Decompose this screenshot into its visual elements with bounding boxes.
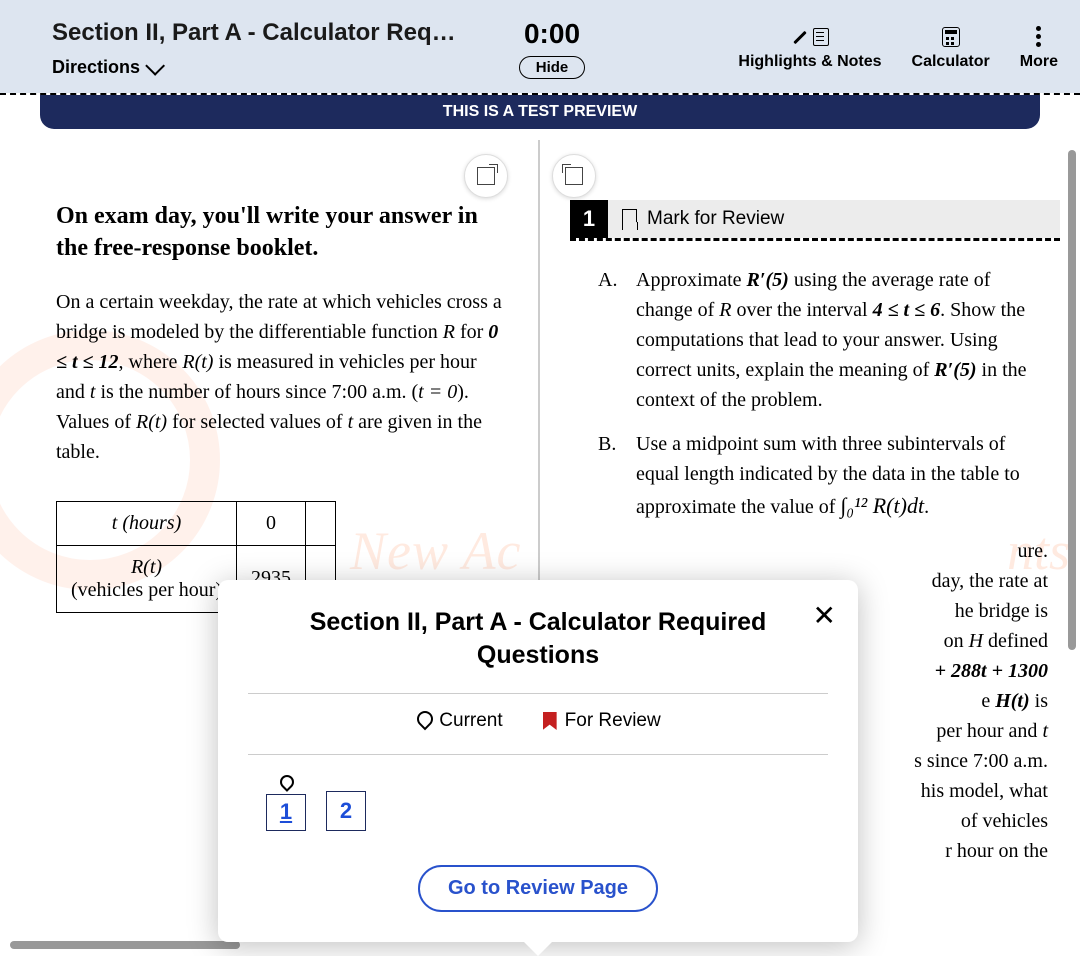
- question-grid: 1 2: [266, 775, 828, 831]
- question-navigator-modal: ✕ Section II, Part A - Calculator Requir…: [218, 580, 858, 942]
- expand-left-button[interactable]: [464, 154, 508, 198]
- divider: [248, 693, 828, 694]
- question-header: 1 Mark for Review: [570, 200, 1060, 241]
- mark-for-review-button[interactable]: Mark for Review: [608, 200, 1060, 238]
- calculator-button[interactable]: Calculator: [912, 27, 990, 71]
- pin-icon: [415, 711, 431, 731]
- question-nav-2[interactable]: 2: [326, 791, 366, 831]
- table-cell: 0: [237, 501, 306, 545]
- directions-label: Directions: [52, 57, 140, 78]
- more-icon: [1036, 26, 1041, 47]
- table-header-t: t (hours): [57, 501, 237, 545]
- bookmark-icon: [622, 209, 637, 229]
- legend-current: Current: [415, 710, 502, 732]
- table-header-R: R(t)(vehicles per hour): [57, 545, 237, 612]
- expand-right-button[interactable]: [552, 154, 596, 198]
- close-button[interactable]: ✕: [813, 602, 836, 630]
- table-cell: [306, 501, 336, 545]
- part-b: B. Use a midpoint sum with three subinte…: [598, 429, 1052, 522]
- header: Section II, Part A - Calculator Req… Dir…: [0, 0, 1080, 93]
- hide-timer-button[interactable]: Hide: [519, 56, 586, 79]
- collapse-icon: [565, 167, 583, 185]
- directions-dropdown[interactable]: Directions: [52, 57, 482, 78]
- part-a: A. Approximate R′(5) using the average r…: [598, 265, 1052, 415]
- pencil-icon: [791, 28, 809, 46]
- modal-title: Section II, Part A - Calculator Required…: [248, 606, 828, 671]
- more-button[interactable]: More: [1020, 27, 1058, 71]
- go-to-review-button[interactable]: Go to Review Page: [418, 865, 658, 912]
- question-nav-1[interactable]: 1: [266, 794, 306, 831]
- highlights-label: Highlights & Notes: [738, 53, 881, 71]
- calculator-label: Calculator: [912, 53, 990, 71]
- mark-label: Mark for Review: [647, 208, 784, 230]
- instructions-heading: On exam day, you'll write your answer in…: [56, 200, 502, 265]
- expand-icon: [477, 167, 495, 185]
- instructions-body: On a certain weekday, the rate at which …: [56, 287, 502, 467]
- preview-bar: THIS IS A TEST PREVIEW: [40, 95, 1040, 129]
- table-row: t (hours) 0: [57, 501, 336, 545]
- legend: Current For Review: [248, 710, 828, 732]
- section-title: Section II, Part A - Calculator Req…: [52, 19, 482, 47]
- divider: [248, 754, 828, 755]
- highlights-notes-button[interactable]: Highlights & Notes: [738, 27, 881, 71]
- more-label: More: [1020, 53, 1058, 71]
- legend-review: For Review: [543, 710, 661, 732]
- scrollbar-vertical[interactable]: [1068, 150, 1076, 943]
- chevron-down-icon: [145, 55, 165, 75]
- flag-icon: [543, 712, 557, 730]
- pin-icon: [279, 775, 293, 790]
- scrollbar-horizontal[interactable]: [10, 941, 240, 949]
- note-icon: [813, 28, 829, 46]
- calculator-icon: [942, 27, 960, 47]
- question-number: 1: [570, 200, 608, 238]
- timer: 0:00: [482, 18, 622, 50]
